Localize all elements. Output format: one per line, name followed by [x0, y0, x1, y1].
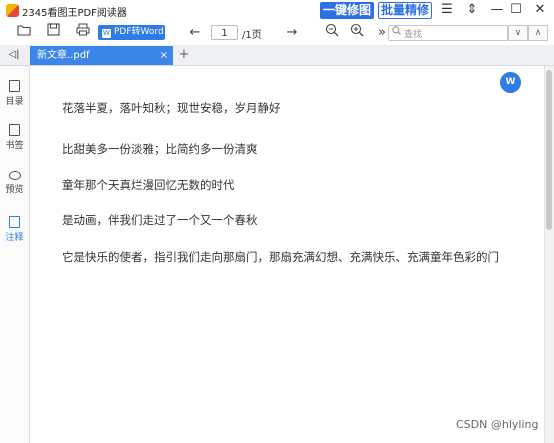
convert-to-word-float-button[interactable]: W [500, 72, 521, 93]
left-sidebar [0, 66, 30, 443]
document-line: 比甜美多一份淡雅；比简约多一份清爽 [62, 142, 258, 156]
word-icon: W [102, 29, 111, 38]
save-icon[interactable] [43, 23, 63, 43]
tab-document[interactable]: 新文章..pdf × [30, 46, 173, 65]
sidebar-item-label: 注释 [5, 233, 24, 243]
open-folder-icon[interactable] [14, 23, 34, 43]
pdf-to-word-button[interactable]: W PDF转Word [98, 25, 165, 40]
bookmark-icon [9, 124, 20, 136]
watermark: CSDN @hlyling [456, 418, 539, 431]
sidebar-item-preview[interactable]: 预览 [0, 171, 29, 195]
search-down-button[interactable]: ∨ [508, 25, 528, 41]
toc-icon [9, 80, 20, 92]
search-input[interactable]: 查找 [404, 27, 422, 40]
zoom-out-icon[interactable] [322, 23, 342, 43]
close-icon[interactable]: ✕ [530, 1, 550, 19]
app-logo-icon [6, 4, 19, 17]
pdf-to-word-label: PDF转Word [114, 27, 164, 37]
new-tab-button[interactable]: + [177, 46, 191, 64]
annotation-icon [9, 216, 20, 228]
sidebar-item-annotation[interactable]: 注释 [0, 216, 29, 243]
app-title: 2345看图王PDF阅读器 [22, 8, 127, 19]
sidebar-item-label: 目录 [5, 97, 24, 107]
sidebar-item-toc[interactable]: 目录 [0, 80, 29, 107]
tab-close-icon[interactable]: × [160, 46, 168, 65]
scrollbar-thumb[interactable] [546, 70, 552, 230]
sidebar-item-bookmark[interactable]: 书签 [0, 124, 29, 151]
compact-mode-icon[interactable]: ⇕ [462, 1, 482, 19]
document-line: 它是快乐的使者，指引我们走向那扇门，那扇充满幻想、充满快乐、充满童年色彩的门 [62, 250, 499, 264]
menu-icon[interactable]: ☰ [437, 1, 457, 19]
previous-page-icon[interactable]: ← [185, 23, 205, 43]
preview-icon [8, 171, 21, 180]
collapse-panel-icon[interactable]: ◁| [4, 46, 24, 64]
next-page-icon[interactable]: → [282, 23, 302, 43]
one-click-edit-button[interactable]: 一键修图 [320, 2, 374, 19]
print-icon[interactable] [73, 23, 93, 43]
page-number-input[interactable]: 1 [211, 25, 238, 40]
sidebar-item-label: 书签 [5, 141, 24, 151]
tab-label: 新文章..pdf [37, 50, 90, 61]
minimize-icon[interactable]: — [487, 1, 507, 19]
document-line: 花落半夏，落叶知秋；现世安稳，岁月静好 [62, 101, 281, 115]
search-up-button[interactable]: ∧ [528, 25, 548, 41]
zoom-in-icon[interactable] [347, 23, 367, 43]
document-line: 童年那个天真烂漫回忆无数的时代 [62, 178, 235, 192]
page-total: /1页 [242, 30, 262, 41]
document-line: 是动画，伴我们走过了一个又一个春秋 [62, 213, 258, 227]
search-icon [392, 26, 401, 38]
sidebar-item-label: 预览 [5, 185, 24, 195]
batch-refine-button[interactable]: 批量精修 [378, 2, 432, 19]
maximize-icon[interactable]: ☐ [506, 1, 526, 19]
